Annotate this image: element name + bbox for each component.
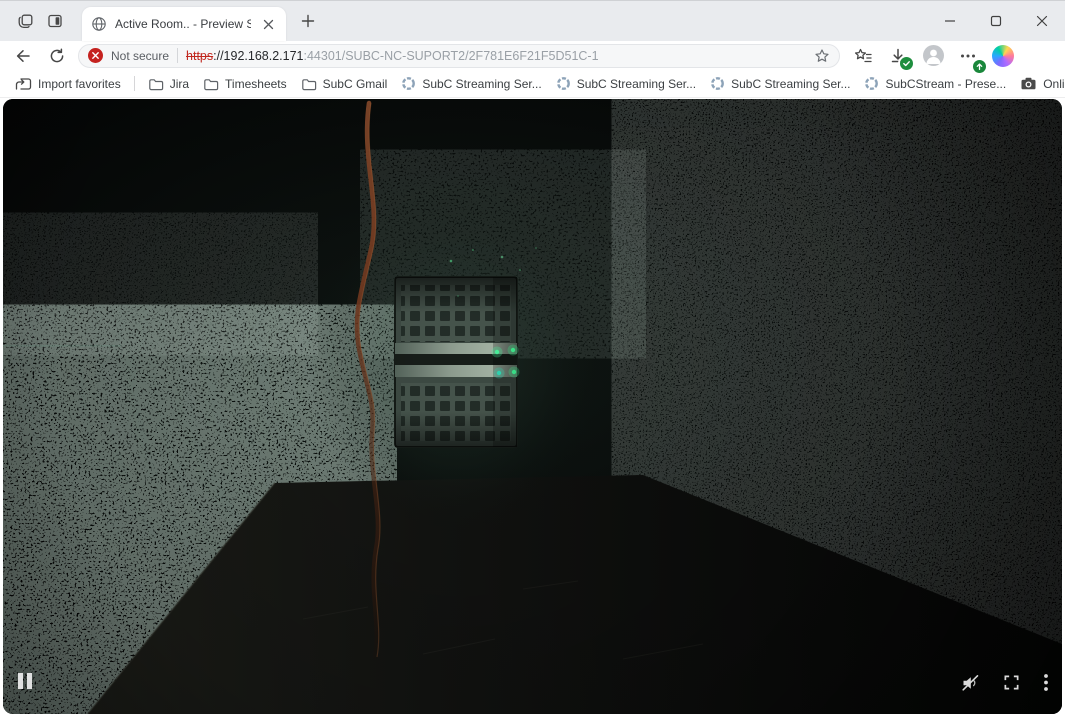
back-button[interactable] — [10, 43, 36, 69]
fav-label: Jira — [170, 77, 189, 91]
active-tab[interactable]: Active Room.. - Preview Started — [82, 7, 286, 41]
corridor-scene — [3, 99, 1062, 714]
fullscreen-icon — [1003, 674, 1020, 691]
back-arrow-icon — [14, 47, 32, 65]
copilot-button[interactable] — [990, 43, 1016, 69]
fav-label: Import favorites — [38, 77, 121, 91]
new-tab-button[interactable] — [294, 7, 322, 35]
avatar — [923, 45, 944, 66]
import-favorites-icon — [15, 76, 32, 92]
maximize-icon — [990, 15, 1002, 27]
kebab-menu-icon — [1043, 673, 1049, 692]
up-arrow-icon — [973, 60, 986, 73]
folder-icon — [301, 76, 317, 92]
not-secure-icon — [88, 48, 103, 63]
maximize-button[interactable] — [973, 1, 1019, 41]
vignette — [3, 99, 1062, 714]
folder-icon — [148, 76, 164, 92]
fullscreen-button[interactable] — [1003, 674, 1020, 691]
camera-icon — [1020, 76, 1037, 91]
favorites-bar: Import favorites Jira Timesheets SubC Gm… — [0, 70, 1065, 98]
fav-label: SubCStream - Prese... — [885, 77, 1006, 91]
check-icon — [900, 57, 913, 70]
copilot-icon — [992, 45, 1014, 67]
fav-label: SubC Streaming Ser... — [731, 77, 850, 91]
favorite-item-exif-viewer[interactable]: Online EXIF Viewer -... — [1013, 73, 1065, 94]
plus-icon — [301, 14, 315, 28]
url-host: ://192.168.2.171 — [213, 49, 303, 63]
import-favorites-button[interactable]: Import favorites — [8, 73, 128, 95]
close-icon — [1036, 15, 1048, 27]
toolbar-right-actions — [850, 43, 1016, 69]
pause-button[interactable] — [18, 673, 32, 689]
profile-button[interactable] — [920, 43, 946, 69]
ring-icon — [401, 76, 416, 91]
minimize-button[interactable] — [927, 1, 973, 41]
fav-label: SubC Gmail — [323, 77, 388, 91]
close-window-button[interactable] — [1019, 1, 1065, 41]
ring-icon — [864, 76, 879, 91]
muted-speaker-icon — [961, 674, 980, 692]
update-available-badge — [971, 58, 988, 75]
workspaces-button[interactable] — [10, 6, 40, 36]
favorite-item-subcstream-presenter[interactable]: SubCStream - Prese... — [857, 73, 1013, 94]
window-controls — [927, 1, 1065, 41]
fav-label: SubC Streaming Ser... — [577, 77, 696, 91]
star-icon — [814, 48, 830, 64]
more-options-button[interactable] — [1043, 673, 1049, 692]
unmute-button[interactable] — [961, 674, 980, 692]
favorite-item-subc-streaming-1[interactable]: SubC Streaming Ser... — [394, 73, 548, 94]
globe-favicon-icon — [91, 16, 107, 32]
url-text: https://192.168.2.171:44301/SUBC-NC-SUPO… — [186, 49, 806, 63]
toolbar: Not secure https://192.168.2.171:44301/S… — [0, 41, 1065, 70]
tab-actions-icon — [46, 12, 64, 30]
workspaces-icon — [16, 12, 35, 31]
close-icon — [263, 19, 274, 30]
url-path: :44301/SUBC-NC-SUPORT2/2F781E6F21F5D51C-… — [304, 49, 599, 63]
favorites-separator — [134, 76, 135, 91]
minimize-icon — [944, 15, 956, 27]
refresh-button[interactable] — [44, 43, 70, 69]
browser-window: Active Room.. - Preview Started — [0, 0, 1065, 719]
url-scheme: https — [186, 49, 213, 63]
not-secure-badge[interactable] — [88, 48, 103, 63]
folder-icon — [203, 76, 219, 92]
pause-icon — [18, 673, 23, 689]
video-frame — [3, 99, 1062, 714]
downloads-button[interactable] — [885, 43, 911, 69]
favorites-list-icon — [853, 47, 873, 65]
tab-actions-button[interactable] — [40, 6, 70, 36]
player-controls-right — [961, 673, 1049, 692]
ring-icon — [556, 76, 571, 91]
refresh-icon — [48, 47, 66, 65]
favorite-item-timesheets[interactable]: Timesheets — [196, 73, 294, 95]
tab-strip: Active Room.. - Preview Started — [0, 1, 1065, 41]
add-favorite-button[interactable] — [814, 48, 830, 64]
favorite-item-subc-gmail[interactable]: SubC Gmail — [294, 73, 395, 95]
favorites-button[interactable] — [850, 43, 876, 69]
fav-label: Online EXIF Viewer -... — [1043, 77, 1065, 91]
address-bar[interactable]: Not secure https://192.168.2.171:44301/S… — [78, 44, 840, 68]
ring-icon — [710, 76, 725, 91]
settings-menu-button[interactable] — [955, 43, 981, 69]
security-label: Not secure — [111, 49, 169, 63]
fav-label: Timesheets — [225, 77, 287, 91]
download-complete-badge — [898, 55, 915, 72]
favorite-item-jira[interactable]: Jira — [141, 73, 196, 95]
address-separator — [177, 48, 178, 63]
favorite-item-subc-streaming-2[interactable]: SubC Streaming Ser... — [549, 73, 703, 94]
favorite-item-subc-streaming-3[interactable]: SubC Streaming Ser... — [703, 73, 857, 94]
page-content — [0, 98, 1065, 720]
person-icon — [923, 45, 944, 66]
tab-close-button[interactable] — [259, 15, 277, 33]
tab-title: Active Room.. - Preview Started — [115, 17, 251, 31]
fav-label: SubC Streaming Ser... — [422, 77, 541, 91]
video-player[interactable] — [3, 99, 1062, 714]
